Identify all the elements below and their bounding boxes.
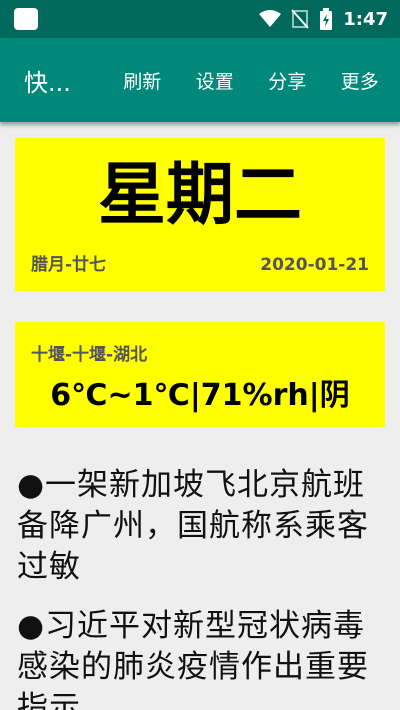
share-button[interactable]: 分享 [262,57,312,104]
wifi-icon [259,10,282,27]
news-item[interactable]: ●一架新加坡飞北京航班备降广州，国航称系乘客过敏 [17,465,383,588]
no-signal-icon [291,9,309,29]
main-content: 星期二 腊月-廿七 2020-01-21 十堰-十堰-湖北 6℃~1℃|71%r… [0,122,400,710]
app-menu: 刷新 设置 分享 更多 [106,57,400,104]
notification-icon [14,8,38,30]
battery-icon [320,8,333,30]
location: 十堰-十堰-湖北 [31,345,148,365]
weekday: 星期二 [97,156,302,235]
news-item[interactable]: ●习近平对新型冠状病毒感染的肺炎疫情作出重要指示 [17,606,383,710]
weather-card: 十堰-十堰-湖北 6℃~1℃|71%rh|阴 [15,322,385,427]
app-bar: 快... 刷新 设置 分享 更多 [0,38,400,122]
more-button[interactable]: 更多 [335,57,385,104]
settings-button[interactable]: 设置 [190,57,240,104]
gregorian-date: 2020-01-21 [260,255,369,275]
refresh-button[interactable]: 刷新 [117,57,167,104]
lunar-date: 腊月-廿七 [31,255,107,275]
status-time: 1:47 [343,8,388,30]
day-card: 星期二 腊月-廿七 2020-01-21 [15,138,385,291]
status-bar: 1:47 [0,0,400,38]
app-title: 快... [24,68,71,97]
weather-summary: 6℃~1℃|71%rh|阴 [50,378,350,413]
news-list: ●一架新加坡飞北京航班备降广州，国航称系乘客过敏 ●习近平对新型冠状病毒感染的肺… [15,465,385,710]
